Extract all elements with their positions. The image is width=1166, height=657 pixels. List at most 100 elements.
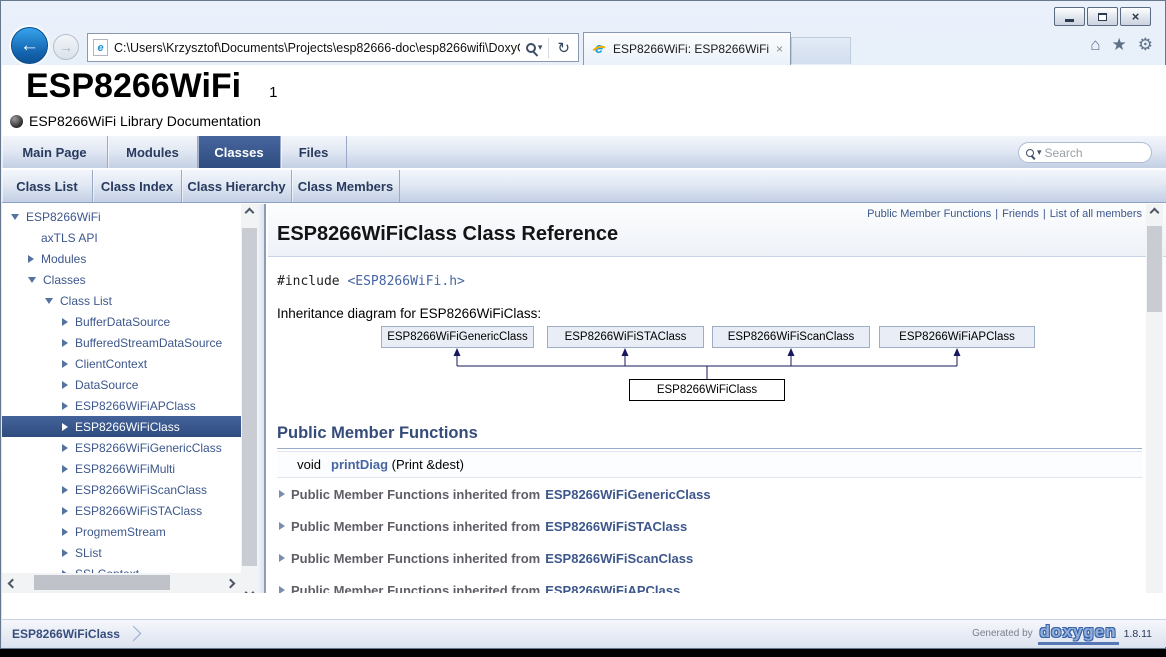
chevron-right-icon[interactable]	[62, 339, 68, 347]
chevron-right-icon[interactable]	[62, 423, 68, 431]
scroll-up-button[interactable]	[1146, 204, 1163, 221]
diagram-parent-node[interactable]: ESP8266WiFiAPClass	[879, 326, 1035, 348]
scroll-down-button[interactable]	[241, 584, 258, 593]
tree-item[interactable]: Classes	[2, 269, 241, 290]
tree-item[interactable]: Class List	[2, 290, 241, 311]
chevron-right-icon[interactable]	[62, 444, 68, 452]
tab-modules[interactable]: Modules	[108, 136, 198, 168]
project-logo-icon	[10, 115, 23, 128]
tree-item[interactable]: ESP8266WiFiSTAClass	[2, 500, 241, 521]
inherited-section-toggle[interactable]: Public Member Functions inherited from E…	[277, 542, 1142, 574]
tree-item[interactable]: ProgmemStream	[2, 521, 241, 542]
tree-item[interactable]: ClientContext	[2, 353, 241, 374]
breadcrumb[interactable]: ESP8266WiFiClass	[12, 627, 120, 641]
inherited-class-link[interactable]: ESP8266WiFiScanClass	[545, 551, 693, 566]
chevron-right-icon[interactable]	[62, 486, 68, 494]
tab-class-members[interactable]: Class Members	[292, 170, 400, 202]
tree-item[interactable]: ESP8266WiFiAPClass	[2, 395, 241, 416]
inherited-class-link[interactable]: ESP8266WiFiAPClass	[545, 583, 680, 594]
title-bar[interactable]: ×	[1, 1, 1165, 31]
project-number: 1	[269, 84, 277, 101]
tab-close-icon[interactable]: ×	[770, 42, 783, 56]
close-button[interactable]: ×	[1120, 7, 1151, 26]
search-icon[interactable]	[1026, 149, 1034, 157]
summary-link[interactable]: Public Member Functions	[867, 208, 991, 220]
chevron-down-icon[interactable]	[28, 277, 36, 283]
favorites-star-icon[interactable]: ★	[1112, 35, 1127, 55]
chevron-right-icon[interactable]	[62, 381, 68, 389]
tree-item[interactable]: ESP8266WiFiMulti	[2, 458, 241, 479]
inherited-class-link[interactable]: ESP8266WiFiSTAClass	[545, 519, 687, 534]
chevron-right-icon[interactable]	[62, 507, 68, 515]
scroll-right-button[interactable]	[222, 574, 239, 592]
tab-files[interactable]: Files	[281, 136, 347, 168]
chevron-down-icon[interactable]: ▾	[1037, 147, 1042, 158]
settings-gear-icon[interactable]: ⚙	[1138, 35, 1153, 55]
sidebar-vertical-scrollbar[interactable]	[241, 204, 258, 593]
include-file-link[interactable]: <ESP8266WiFi.h>	[347, 274, 464, 289]
summary-link[interactable]: List of all members	[1050, 208, 1142, 220]
member-function-link[interactable]: printDiag	[331, 457, 388, 472]
scroll-left-button[interactable]	[4, 574, 21, 592]
chevron-right-icon[interactable]	[62, 528, 68, 536]
scrollbar-thumb[interactable]	[242, 228, 257, 566]
sidebar-horizontal-scrollbar[interactable]	[2, 573, 241, 593]
chevron-right-icon[interactable]	[62, 549, 68, 557]
tab-main-page[interactable]: Main Page	[2, 136, 108, 168]
chevron-right-icon[interactable]	[28, 255, 34, 263]
tree-item[interactable]: BufferedStreamDataSource	[2, 332, 241, 353]
tree-item[interactable]: axTLS API	[2, 227, 241, 248]
home-icon[interactable]: ⌂	[1090, 35, 1100, 55]
diagram-parent-node[interactable]: ESP8266WiFiSTAClass	[547, 326, 704, 348]
doxygen-logo[interactable]: doxygen	[1038, 622, 1119, 645]
new-tab-area[interactable]	[791, 37, 851, 64]
forward-button[interactable]: →	[53, 34, 79, 60]
tab-class-index[interactable]: Class Index	[93, 170, 182, 202]
doxygen-version: 1.8.11	[1124, 628, 1152, 640]
restore-icon	[1098, 13, 1107, 21]
chevron-right-icon[interactable]	[62, 360, 68, 368]
content-vertical-scrollbar[interactable]	[1146, 204, 1163, 593]
chevron-right-icon	[279, 490, 285, 498]
address-search-button[interactable]: ▾	[520, 42, 549, 53]
tree-item[interactable]: DataSource	[2, 374, 241, 395]
browser-tab[interactable]: e ESP8266WiFi: ESP8266WiFi... ×	[583, 32, 791, 65]
url-input[interactable]	[114, 41, 520, 55]
tree-item[interactable]: ESP8266WiFi	[2, 206, 241, 227]
doc-search-box[interactable]: ▾	[1018, 142, 1152, 163]
class-reference-title: ESP8266WiFiClass Class Reference	[277, 223, 1142, 246]
tree-item[interactable]: ESP8266WiFiGenericClass	[2, 437, 241, 458]
restore-button[interactable]	[1087, 7, 1118, 26]
tree-item[interactable]: Modules	[2, 248, 241, 269]
scrollbar-thumb[interactable]	[1147, 226, 1162, 312]
scrollbar-thumb[interactable]	[34, 575, 170, 590]
tab-title: ESP8266WiFi: ESP8266WiFi...	[613, 42, 770, 56]
chevron-right-icon[interactable]	[62, 318, 68, 326]
diagram-parent-node[interactable]: ESP8266WiFiGenericClass	[381, 326, 534, 348]
inherited-class-link[interactable]: ESP8266WiFiGenericClass	[545, 487, 710, 502]
chevron-down-icon[interactable]	[45, 298, 53, 304]
address-bar[interactable]: e ▾ ↻	[87, 33, 579, 62]
tab-class-list[interactable]: Class List	[2, 170, 93, 202]
diagram-parent-node[interactable]: ESP8266WiFiScanClass	[712, 326, 870, 348]
summary-link[interactable]: Friends	[1002, 208, 1039, 220]
tree-item-selected[interactable]: ESP8266WiFiClass	[2, 416, 241, 437]
chevron-right-icon[interactable]	[62, 465, 68, 473]
tree-item[interactable]: SList	[2, 542, 241, 563]
chevron-down-icon[interactable]	[11, 214, 19, 220]
browser-toolbar: ← → e ▾ ↻ e ESP8266WiFi: ESP8266WiFi... …	[1, 31, 1165, 65]
inherited-section-toggle[interactable]: Public Member Functions inherited from E…	[277, 574, 1142, 593]
scroll-up-button[interactable]	[241, 204, 258, 221]
tree-item[interactable]: ESP8266WiFiScanClass	[2, 479, 241, 500]
inherited-section-toggle[interactable]: Public Member Functions inherited from E…	[277, 510, 1142, 542]
tab-class-hierarchy[interactable]: Class Hierarchy	[182, 170, 292, 202]
back-button[interactable]: ←	[11, 27, 48, 64]
tree-item[interactable]: BufferDataSource	[2, 311, 241, 332]
panel-splitter[interactable]	[258, 204, 266, 593]
tab-classes[interactable]: Classes	[198, 136, 281, 168]
refresh-button[interactable]: ↻	[549, 39, 578, 57]
doc-search-input[interactable]	[1045, 146, 1127, 160]
chevron-right-icon[interactable]	[62, 402, 68, 410]
minimize-button[interactable]	[1054, 7, 1085, 26]
inherited-section-toggle[interactable]: Public Member Functions inherited from E…	[277, 478, 1142, 510]
